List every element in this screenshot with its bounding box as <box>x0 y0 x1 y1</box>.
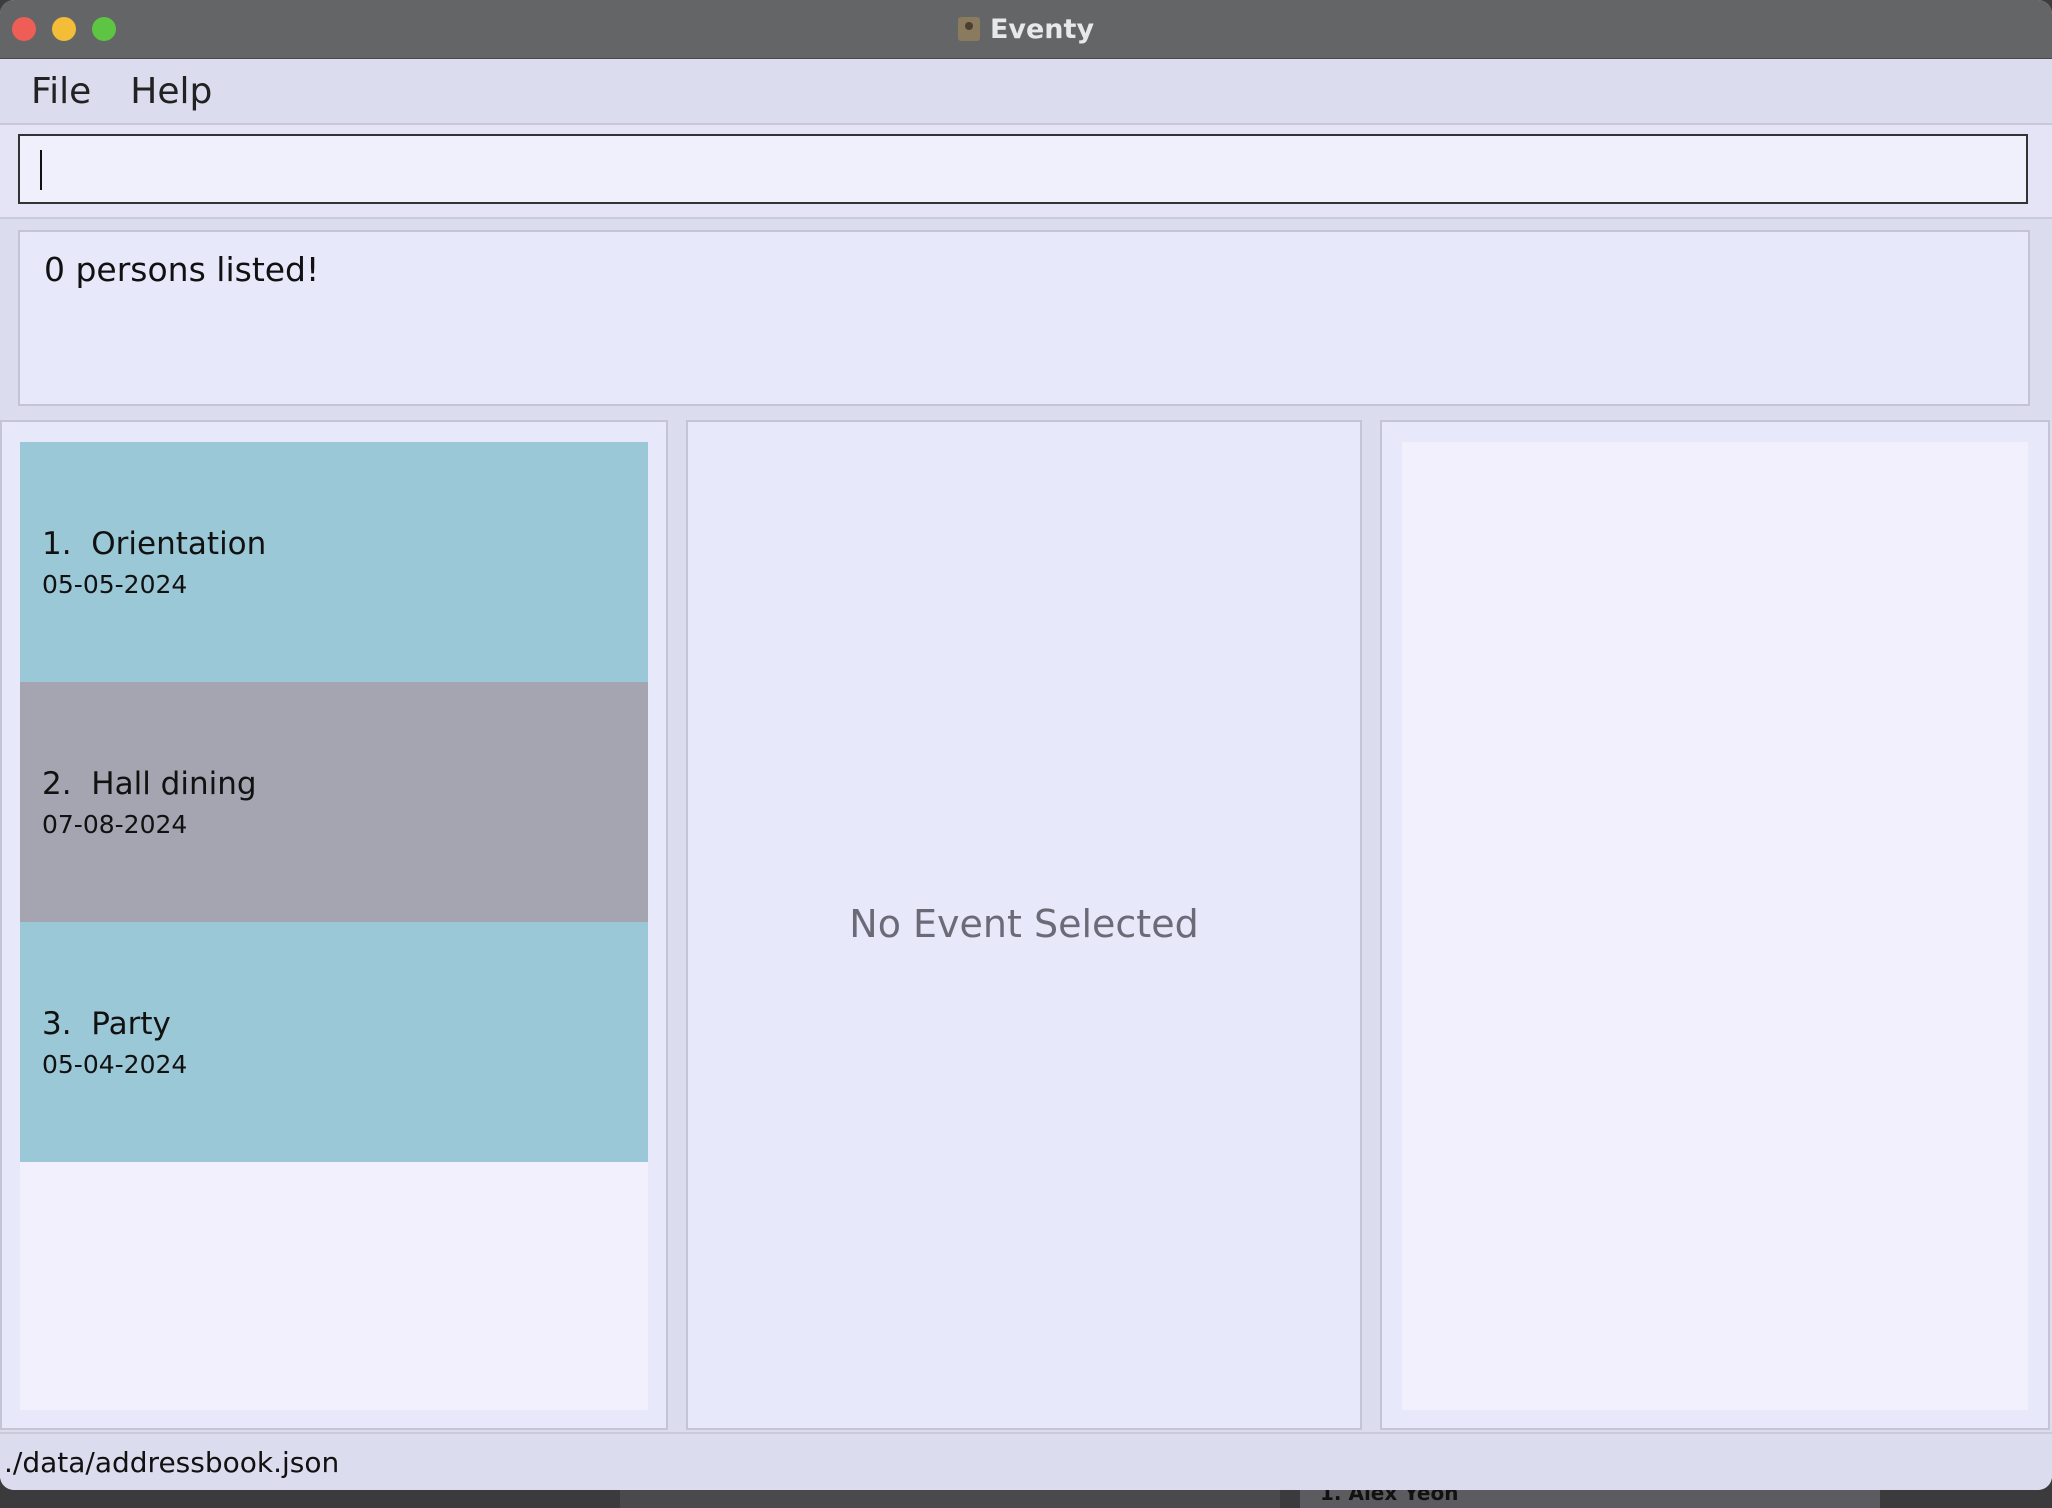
command-input[interactable] <box>18 134 2028 204</box>
app-window: Eventy File Help 0 persons listed! 1. Or… <box>0 0 2052 1490</box>
result-message: 0 persons listed! <box>44 250 320 289</box>
menu-file[interactable]: File <box>31 71 91 112</box>
event-card[interactable]: 2. Hall dining 07-08-2024 <box>20 682 648 922</box>
event-name: 2. Hall dining <box>42 766 257 802</box>
app-icon <box>957 17 980 41</box>
no-event-selected-text: No Event Selected <box>849 902 1199 946</box>
event-name: 3. Party <box>42 1006 171 1042</box>
menu-bar: File Help <box>0 59 2052 125</box>
event-name: 1. Orientation <box>42 526 267 562</box>
event-list-panel: 1. Orientation 05-05-2024 2. Hall dining… <box>0 420 668 1430</box>
result-display: 0 persons listed! <box>18 230 2030 406</box>
text-cursor <box>40 150 42 190</box>
title-bar: Eventy <box>0 0 2052 59</box>
event-date: 05-05-2024 <box>42 570 188 599</box>
event-date: 07-08-2024 <box>42 810 188 839</box>
event-detail-panel: No Event Selected <box>686 420 1362 1430</box>
event-date: 05-04-2024 <box>42 1050 188 1079</box>
save-file-path: ./data/addressbook.json <box>4 1446 340 1479</box>
command-area <box>0 125 2052 219</box>
menu-help[interactable]: Help <box>130 71 212 112</box>
person-list-panel <box>1380 420 2050 1430</box>
event-card[interactable]: 3. Party 05-04-2024 <box>20 922 648 1162</box>
window-title: Eventy <box>989 13 1095 45</box>
event-list[interactable]: 1. Orientation 05-05-2024 2. Hall dining… <box>20 442 648 1410</box>
event-card[interactable]: 1. Orientation 05-05-2024 <box>20 442 648 682</box>
person-list[interactable] <box>1402 442 2028 1410</box>
status-bar: ./data/addressbook.json <box>0 1432 2052 1490</box>
window-title-group: Eventy <box>0 0 2052 58</box>
